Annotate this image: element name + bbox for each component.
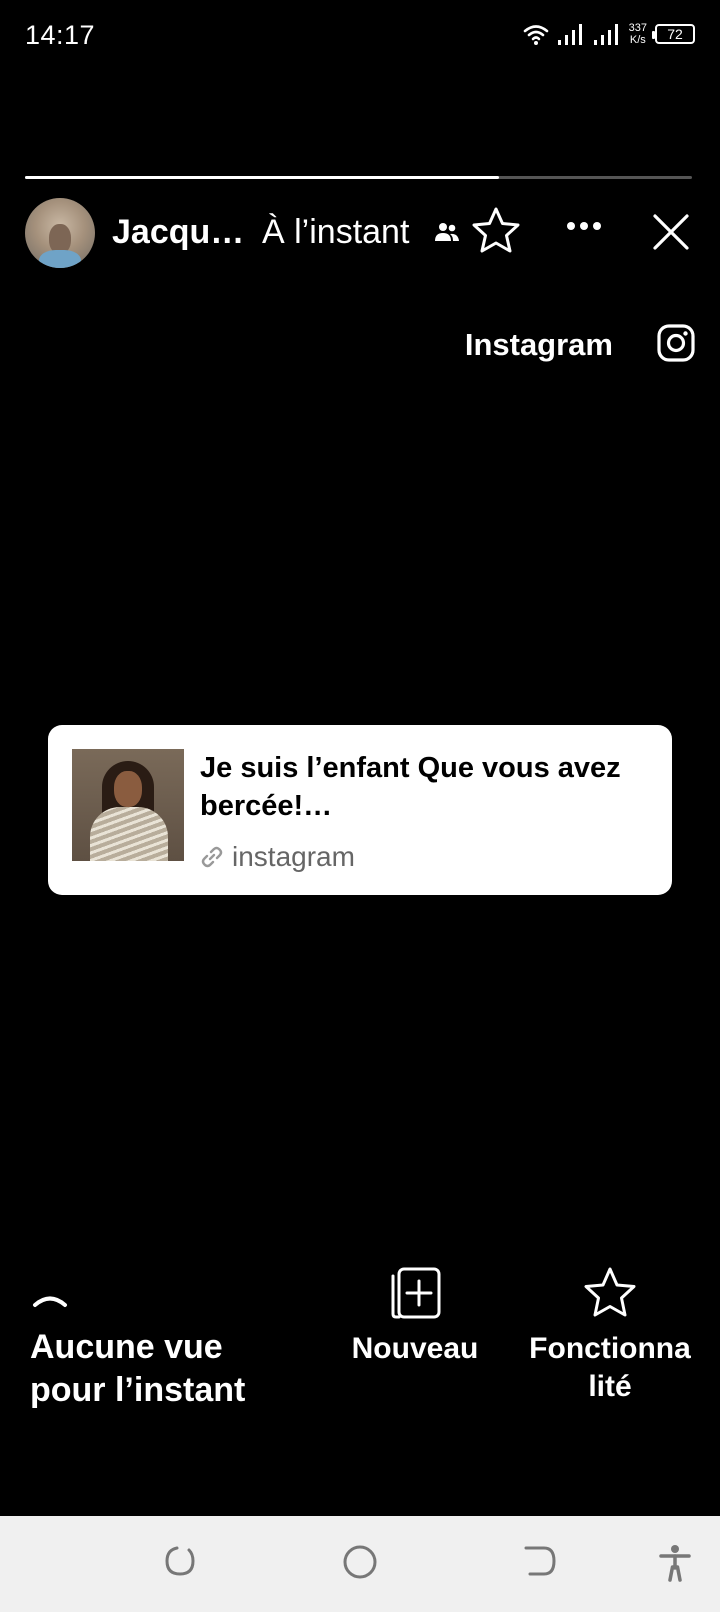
star-icon [584, 1267, 636, 1317]
recent-apps-icon[interactable] [163, 1544, 197, 1578]
accessibility-icon[interactable] [658, 1544, 692, 1582]
star-icon[interactable] [470, 206, 522, 256]
friends-icon [435, 223, 459, 241]
feature-button[interactable]: Fonctionna lité [522, 1266, 698, 1406]
network-speed-unit: K/s [629, 34, 646, 46]
story-progress-bar [25, 176, 692, 179]
network-speed: 337 K/s [629, 22, 647, 46]
author-name[interactable]: Jacque… [112, 213, 254, 252]
system-nav-bar [0, 1516, 720, 1612]
wifi-icon [523, 25, 548, 45]
status-time: 14:17 [25, 20, 96, 50]
link-icon [201, 846, 223, 868]
link-thumbnail [72, 749, 184, 861]
story-time: À l’instant [262, 213, 410, 251]
feature-label: Fonctionna lité [529, 1332, 691, 1403]
link-source-label: instagram [232, 841, 355, 872]
battery-icon: 72 [652, 24, 695, 44]
battery-level: 72 [667, 26, 683, 42]
instagram-icon[interactable] [657, 324, 695, 362]
new-story-label: Nouveau [351, 1332, 479, 1365]
views-label[interactable]: Aucune vue pour l’instant [30, 1326, 290, 1412]
new-story-button[interactable]: Nouveau [340, 1266, 490, 1368]
story-progress-fill [25, 176, 499, 179]
link-title: Je suis l’enfant Que vous avez bercée!… [200, 752, 621, 822]
signal-icon [593, 24, 618, 45]
home-icon[interactable] [342, 1544, 378, 1580]
link-source: instagram [200, 841, 355, 873]
back-icon[interactable] [522, 1544, 558, 1578]
add-story-icon [391, 1267, 441, 1319]
close-icon[interactable] [652, 213, 690, 251]
author-avatar[interactable] [25, 198, 95, 268]
link-card[interactable]: Je suis l’enfant Que vous avez bercée!… … [48, 725, 672, 895]
chevron-up-icon[interactable] [32, 1290, 68, 1308]
source-label[interactable]: Instagram [465, 327, 613, 363]
signal-icon [557, 24, 582, 45]
status-icons: 337 K/s 72 [523, 22, 695, 46]
more-options-icon[interactable] [566, 220, 602, 232]
network-speed-value: 337 [628, 22, 647, 34]
